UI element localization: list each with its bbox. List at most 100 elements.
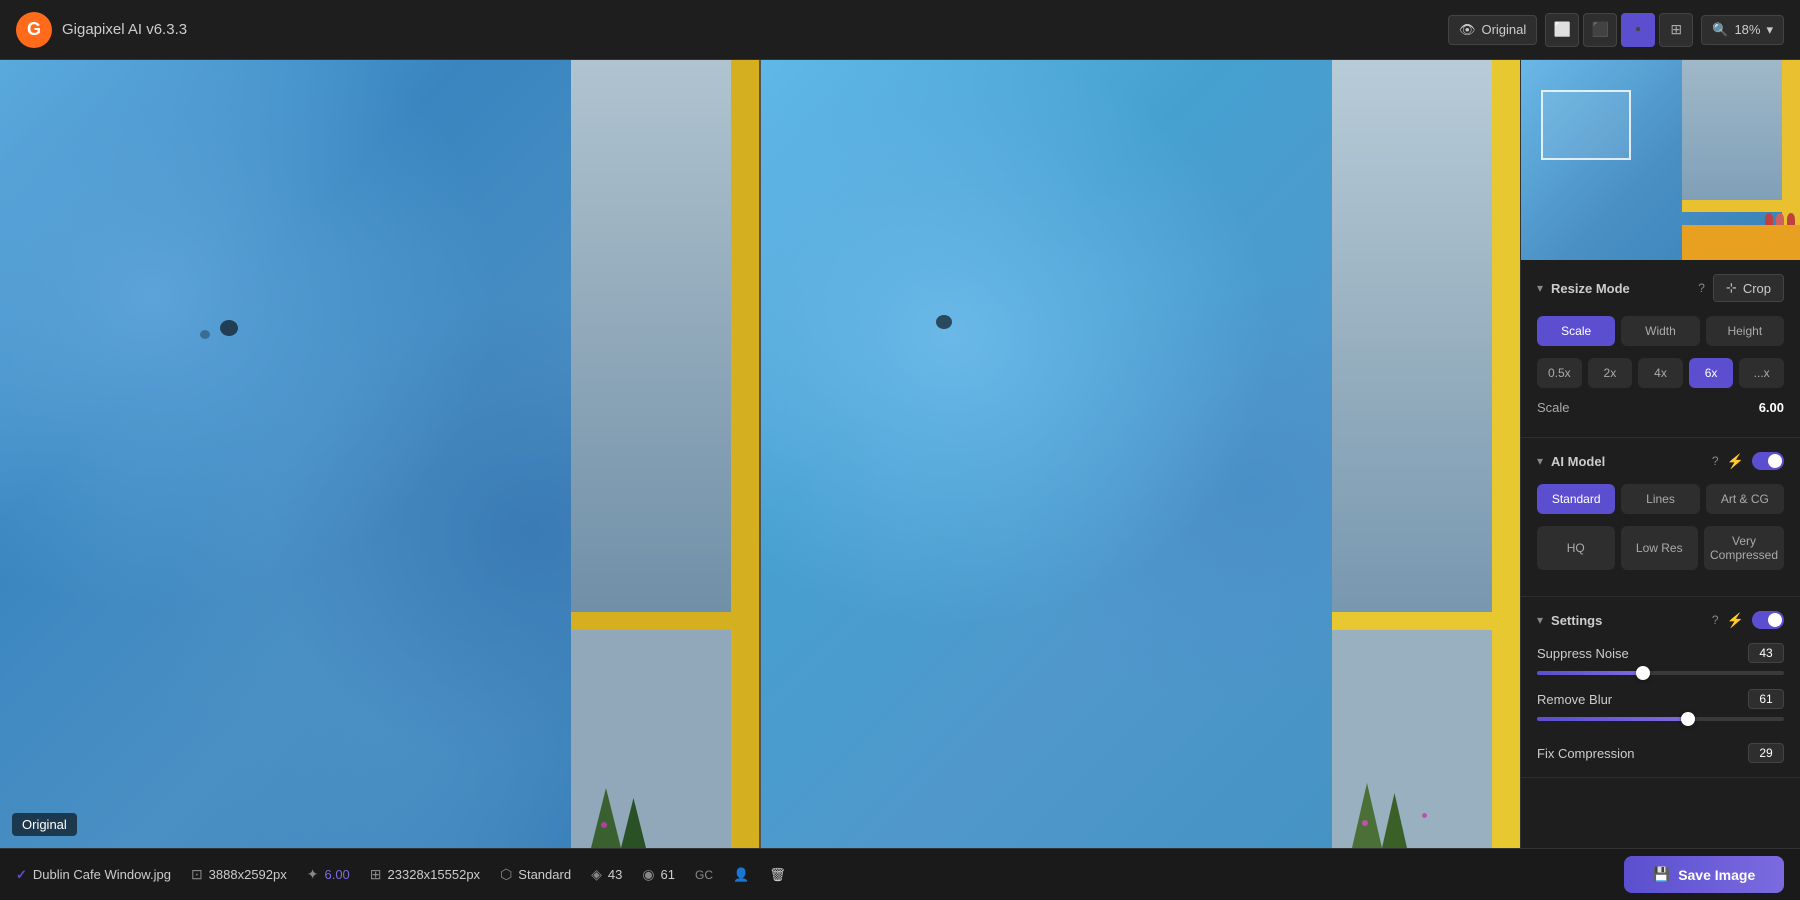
scale-mode-button[interactable]: Scale — [1537, 316, 1615, 346]
suppress-noise-value: 43 — [1748, 643, 1784, 663]
output-dims: 23328x15552px — [388, 867, 481, 882]
thumbnail-viewport — [1541, 90, 1631, 160]
resize-mode-title: Resize Mode — [1551, 281, 1690, 296]
trash-icon-item[interactable]: 🗑 — [769, 867, 786, 883]
view-mode-buttons: ⬜ ⬛ ▪️ ⊞ — [1545, 13, 1693, 47]
suppress-noise-header: Suppress Noise 43 — [1537, 643, 1784, 663]
app-name: Gigapixel AI v6.3.3 — [62, 21, 187, 38]
help-icon[interactable]: ? — [1698, 281, 1705, 295]
trash-icon[interactable]: 🗑 — [769, 867, 786, 883]
bottom-bar: ✓ Dublin Cafe Window.jpg ⊡ 3888x2592px ✦… — [0, 848, 1800, 900]
filename: Dublin Cafe Window.jpg — [33, 867, 171, 882]
original-label: Original — [12, 813, 77, 836]
scale-custom-button[interactable]: ...x — [1739, 358, 1784, 388]
settings-lightning-icon: ⚡ — [1727, 612, 1744, 629]
scale-icon: ✦ — [307, 866, 319, 883]
noise-display: 43 — [608, 867, 622, 882]
ai-model-group-2: HQ Low Res Very Compressed — [1537, 526, 1784, 570]
collapse-arrow-icon[interactable]: ▾ — [1537, 281, 1543, 295]
view-split-v-button[interactable]: ⬛ — [1583, 13, 1617, 47]
processed-image — [761, 60, 1520, 848]
chevron-down-icon: ▾ — [1766, 22, 1773, 38]
zoom-value: 18% — [1734, 22, 1760, 37]
eye-icon: 👁 — [1459, 22, 1476, 38]
cc-text: GC — [695, 868, 713, 882]
scale-item: ✦ 6.00 — [307, 866, 350, 883]
preview-thumbnail — [1521, 60, 1800, 260]
ai-model-title: AI Model — [1551, 454, 1704, 469]
model-icon: ⬡ — [500, 866, 512, 883]
user-icon[interactable]: 👤 — [733, 867, 749, 883]
crop-icon: ⊹ — [1726, 280, 1737, 296]
zoom-control[interactable]: 🔍 18% ▾ — [1701, 15, 1784, 45]
app-logo-icon: G — [16, 12, 52, 48]
blur-display: 61 — [661, 867, 675, 882]
ai-model-group-1: Standard Lines Art & CG — [1537, 484, 1784, 514]
remove-blur-value: 61 — [1748, 689, 1784, 709]
blur-icon: ◉ — [642, 866, 654, 883]
scale-4x-button[interactable]: 4x — [1638, 358, 1683, 388]
original-dims-item: ⊡ 3888x2592px — [191, 866, 287, 883]
main-content: Original — [0, 60, 1800, 848]
zoom-icon: 🔍 — [1712, 22, 1728, 38]
fix-compression-label: Fix Compression — [1537, 746, 1635, 761]
image-area: Original — [0, 60, 1520, 848]
save-image-button[interactable]: 💾 Save Image — [1624, 856, 1784, 893]
scale-2x-button[interactable]: 2x — [1588, 358, 1633, 388]
remove-blur-thumb[interactable] — [1681, 712, 1695, 726]
remove-blur-fill — [1537, 717, 1688, 721]
crop-button[interactable]: ⊹ Crop — [1713, 274, 1784, 302]
original-toggle-button[interactable]: 👁 Original — [1448, 15, 1537, 45]
cc-item: GC — [695, 868, 713, 882]
resize-mode-section: ▾ Resize Mode ? ⊹ Crop Scale Width Heigh… — [1521, 260, 1800, 438]
low-res-model-button[interactable]: Low Res — [1621, 526, 1699, 570]
view-split-h-button[interactable]: ▪️ — [1621, 13, 1655, 47]
lines-model-button[interactable]: Lines — [1621, 484, 1699, 514]
remove-blur-header: Remove Blur 61 — [1537, 689, 1784, 709]
user-icon-item[interactable]: 👤 — [733, 867, 749, 883]
remove-blur-label: Remove Blur — [1537, 692, 1612, 707]
settings-toggle[interactable] — [1752, 611, 1784, 629]
settings-help-icon[interactable]: ? — [1712, 613, 1719, 627]
art-cg-model-button[interactable]: Art & CG — [1706, 484, 1784, 514]
collapse-settings-arrow-icon[interactable]: ▾ — [1537, 613, 1543, 627]
width-mode-button[interactable]: Width — [1621, 316, 1699, 346]
view-quad-button[interactable]: ⊞ — [1659, 13, 1693, 47]
suppress-noise-slider: Suppress Noise 43 — [1537, 643, 1784, 675]
save-label: Save Image — [1678, 867, 1755, 883]
model-item: ⬡ Standard — [500, 866, 571, 883]
standard-model-button[interactable]: Standard — [1537, 484, 1615, 514]
fix-compression-value: 29 — [1748, 743, 1784, 763]
hq-model-button[interactable]: HQ — [1537, 526, 1615, 570]
scale-value: 6.00 — [1759, 400, 1784, 415]
suppress-noise-track[interactable] — [1537, 671, 1784, 675]
image-dims-icon: ⊡ — [191, 866, 203, 883]
ai-model-toggle[interactable] — [1752, 452, 1784, 470]
ai-model-header: ▾ AI Model ? ⚡ — [1537, 452, 1784, 470]
fix-compression-row: Fix Compression 29 — [1537, 735, 1784, 763]
image-panel-original: Original — [0, 60, 761, 848]
output-dims-icon: ⊞ — [370, 866, 382, 883]
original-image — [0, 60, 759, 848]
topbar: G Gigapixel AI v6.3.3 👁 Original ⬜ ⬛ ▪️ … — [0, 0, 1800, 60]
suppress-noise-thumb[interactable] — [1636, 666, 1650, 680]
scale-value-row: Scale 6.00 — [1537, 400, 1784, 415]
scale-6x-button[interactable]: 6x — [1689, 358, 1734, 388]
height-mode-button[interactable]: Height — [1706, 316, 1784, 346]
collapse-ai-arrow-icon[interactable]: ▾ — [1537, 454, 1543, 468]
ai-help-icon[interactable]: ? — [1712, 454, 1719, 468]
save-icon: 💾 — [1653, 866, 1670, 883]
remove-blur-track[interactable] — [1537, 717, 1784, 721]
scale-0-5x-button[interactable]: 0.5x — [1537, 358, 1582, 388]
scale-label: Scale — [1537, 400, 1570, 415]
model-display: Standard — [518, 867, 571, 882]
filename-item: ✓ Dublin Cafe Window.jpg — [16, 867, 171, 883]
view-single-button[interactable]: ⬜ — [1545, 13, 1579, 47]
image-container: Original — [0, 60, 1520, 848]
very-compressed-model-button[interactable]: Very Compressed — [1704, 526, 1784, 570]
original-dims: 3888x2592px — [209, 867, 287, 882]
logo-area: G Gigapixel AI v6.3.3 — [16, 12, 1448, 48]
checkmark-icon: ✓ — [16, 867, 27, 883]
lightning-icon: ⚡ — [1727, 453, 1744, 470]
right-panel: ▾ Resize Mode ? ⊹ Crop Scale Width Heigh… — [1520, 60, 1800, 848]
